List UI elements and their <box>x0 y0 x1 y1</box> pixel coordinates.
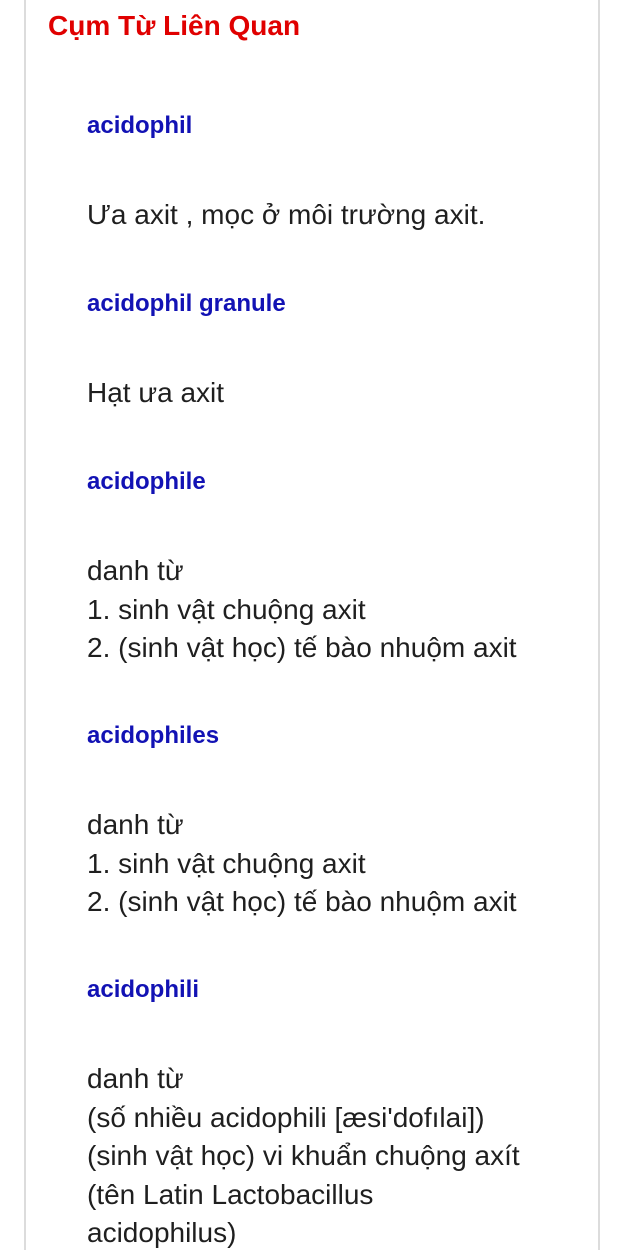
definition-line: acidophilus) <box>87 1217 237 1248</box>
entry-term-acidophil[interactable]: acidophil <box>87 110 192 142</box>
definition-line: Ưa axit , mọc ở môi trường axit. <box>87 199 486 230</box>
definition-line: danh từ <box>87 555 184 586</box>
definition-line: 1. sinh vật chuộng axit <box>87 847 366 879</box>
definition-line: Hạt ưa axit <box>87 377 225 408</box>
entry-term-acidophiles[interactable]: acidophiles <box>87 720 219 752</box>
entry-definition: Hạt ưa axit <box>87 374 597 413</box>
entry-term-acidophil-granule[interactable]: acidophil granule <box>87 288 286 320</box>
definition-line: (số nhiều acidophili [æsi'dofılai]) <box>87 1101 485 1133</box>
entry-definition: danh từ 1. sinh vật chuộng axit 2. (sinh… <box>87 806 597 922</box>
entry-definition: Ưa axit , mọc ở môi trường axit. <box>87 196 597 235</box>
definition-line: danh từ <box>87 809 184 840</box>
entry-definition: danh từ (số nhiều acidophili [æsi'dofıla… <box>87 1060 597 1253</box>
section-title: Cụm Từ Liên Quan <box>48 10 301 41</box>
definition-line: 2. (sinh vật học) tế bào nhuộm axit <box>87 886 517 917</box>
definition-line: 2. (sinh vật học) tế bào nhuộm axit <box>87 632 517 663</box>
definition-line: (tên Latin Lactobacillus <box>87 1178 374 1210</box>
definition-line: 1. sinh vật chuộng axit <box>87 593 366 625</box>
definition-line: danh từ <box>87 1063 184 1094</box>
entry-definition: danh từ 1. sinh vật chuộng axit 2. (sinh… <box>87 552 597 668</box>
definition-line: (sinh vật học) vi khuẩn chuộng axít <box>87 1140 520 1171</box>
entry-term-acidophili[interactable]: acidophili <box>87 974 199 1006</box>
entry-term-acidophile[interactable]: acidophile <box>87 466 206 498</box>
